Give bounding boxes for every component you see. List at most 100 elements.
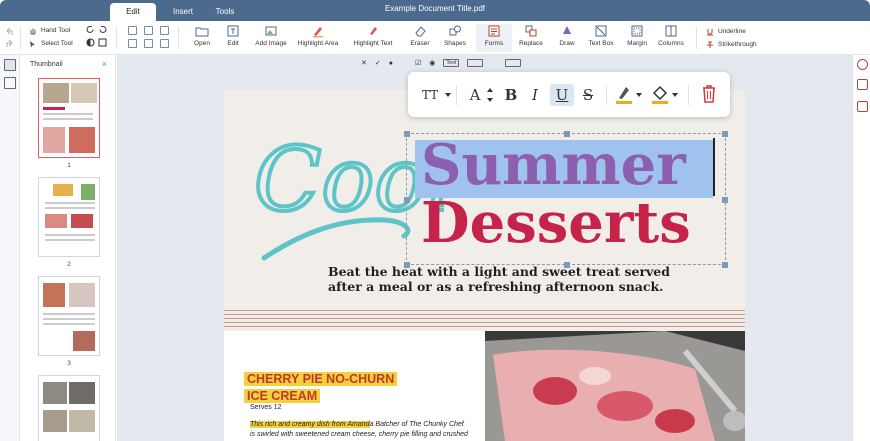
open-button[interactable]: Open bbox=[189, 24, 215, 47]
font-size-stepper-icon[interactable] bbox=[486, 86, 494, 104]
divider bbox=[456, 85, 457, 105]
highlight-area-button[interactable]: Highlight Area bbox=[294, 24, 342, 47]
rotate-left-icon[interactable] bbox=[86, 25, 95, 34]
chevron-down-icon[interactable] bbox=[636, 93, 642, 97]
divider bbox=[178, 27, 179, 49]
close-icon[interactable]: ✕ bbox=[361, 59, 367, 67]
bookmark-panel-icon[interactable] bbox=[857, 79, 868, 90]
draw-icon bbox=[563, 26, 571, 34]
strikethrough-label: Strikethrough bbox=[718, 41, 757, 48]
undo-icon[interactable] bbox=[5, 27, 14, 36]
forms-label: Forms bbox=[484, 40, 504, 47]
resize-handle[interactable] bbox=[722, 131, 728, 137]
shapes-button[interactable]: Shapes bbox=[440, 24, 470, 47]
text-color-icon[interactable] bbox=[614, 83, 634, 105]
eraser-icon bbox=[415, 26, 426, 37]
replace-button[interactable]: Replace bbox=[516, 24, 546, 47]
underline-button[interactable]: Underline bbox=[706, 26, 746, 37]
left-rail bbox=[0, 55, 20, 441]
resize-handle[interactable] bbox=[722, 197, 728, 203]
delete-icon[interactable] bbox=[700, 83, 718, 105]
headline-desserts[interactable]: Desserts bbox=[421, 190, 691, 256]
margin-label: Margin bbox=[627, 40, 647, 47]
crop-icon[interactable] bbox=[98, 38, 107, 47]
contrast-icon[interactable] bbox=[86, 38, 95, 47]
edit-label: Edit bbox=[227, 40, 239, 47]
text-box-icon bbox=[595, 25, 607, 37]
comment-icon[interactable] bbox=[857, 59, 868, 70]
forms-button[interactable]: Forms bbox=[476, 24, 512, 52]
zoom-out-icon[interactable] bbox=[144, 39, 153, 48]
edit-text-icon bbox=[227, 25, 239, 37]
forms-icon bbox=[488, 25, 500, 37]
chevron-down-icon[interactable] bbox=[672, 93, 678, 97]
zoom-in-icon[interactable] bbox=[128, 39, 137, 48]
decorative-stripes bbox=[224, 310, 745, 328]
right-rail bbox=[852, 55, 870, 441]
redo-icon[interactable] bbox=[5, 39, 14, 48]
text-field-button[interactable]: Text bbox=[443, 59, 460, 67]
columns-label: Columns bbox=[658, 40, 684, 47]
chevron-down-icon[interactable] bbox=[445, 93, 451, 97]
divider bbox=[696, 27, 697, 49]
strikethrough-icon bbox=[707, 41, 713, 48]
fill-color-icon[interactable] bbox=[650, 83, 670, 105]
highlight-text-label: Highlight Text bbox=[353, 40, 393, 47]
signature-icon[interactable] bbox=[505, 59, 522, 67]
select-tool-button[interactable]: Select Tool bbox=[29, 38, 73, 49]
properties-panel-icon[interactable] bbox=[857, 101, 868, 112]
crop-pages-icon[interactable] bbox=[4, 77, 16, 89]
rotate-right-icon[interactable] bbox=[98, 25, 107, 34]
resize-handle[interactable] bbox=[404, 197, 410, 203]
underline-icon bbox=[707, 28, 713, 35]
page-width-icon[interactable] bbox=[144, 26, 153, 35]
title-bar: Edit Insert Tools Example Document Title… bbox=[0, 0, 870, 21]
resize-handle[interactable] bbox=[564, 131, 570, 137]
page-number: 1 bbox=[67, 162, 71, 169]
subtitle-line: after a meal or as a refreshing afternoo… bbox=[328, 279, 664, 294]
font-size-button[interactable]: TT bbox=[420, 84, 440, 106]
dot-icon[interactable]: ● bbox=[389, 60, 393, 67]
close-icon[interactable]: × bbox=[102, 59, 107, 69]
selected-text-box[interactable]: Summer Desserts bbox=[404, 131, 728, 268]
draw-button[interactable]: Draw bbox=[554, 24, 580, 47]
columns-button[interactable]: Columns bbox=[654, 24, 688, 47]
divider bbox=[606, 85, 607, 105]
highlight-text-button[interactable]: Highlight Text bbox=[349, 24, 397, 47]
hand-tool-button[interactable]: Hand Tool bbox=[29, 25, 70, 36]
add-image-button[interactable]: Add Image bbox=[250, 24, 292, 47]
recipe-title: CHERRY PIE NO-CHURN ICE CREAM bbox=[244, 371, 398, 405]
strikethrough-button[interactable]: S bbox=[578, 84, 598, 106]
radio-icon[interactable]: ◉ bbox=[429, 59, 435, 67]
page-thumbnail[interactable] bbox=[38, 375, 100, 441]
recipe-serves: Serves 12 bbox=[250, 404, 282, 411]
page-thumbnail[interactable] bbox=[38, 78, 100, 158]
bold-button[interactable]: B bbox=[501, 84, 521, 106]
thumbnail-panel-icon[interactable] bbox=[4, 59, 16, 71]
text-box-button[interactable]: Text Box bbox=[586, 24, 616, 47]
resize-handle[interactable] bbox=[404, 262, 410, 268]
strikethrough-button[interactable]: Strikethrough bbox=[706, 39, 757, 50]
columns-icon bbox=[665, 25, 677, 37]
margin-button[interactable]: Margin bbox=[624, 24, 650, 47]
resize-handle[interactable] bbox=[404, 131, 410, 137]
desc-text: is swirled with sweetened cream cheese, … bbox=[250, 431, 468, 438]
resize-handle[interactable] bbox=[564, 262, 570, 268]
edit-button[interactable]: Edit bbox=[220, 24, 246, 47]
font-adjust-button[interactable]: A bbox=[466, 84, 484, 106]
page-layout-icon[interactable] bbox=[160, 26, 169, 35]
resize-handle[interactable] bbox=[722, 262, 728, 268]
page-fit-icon[interactable] bbox=[128, 26, 137, 35]
checkbox-icon[interactable]: ☑ bbox=[415, 59, 421, 67]
split-view-icon[interactable] bbox=[160, 39, 169, 48]
italic-button[interactable]: I bbox=[525, 84, 545, 106]
headline-summer[interactable]: Summer bbox=[421, 132, 686, 198]
page-thumbnail[interactable] bbox=[38, 177, 100, 257]
select-tool-label: Select Tool bbox=[41, 40, 73, 47]
shapes-label: Shapes bbox=[443, 40, 467, 47]
check-icon[interactable]: ✓ bbox=[375, 59, 381, 67]
underline-button[interactable]: U bbox=[550, 84, 574, 106]
page-thumbnail[interactable] bbox=[38, 276, 100, 356]
eraser-button[interactable]: Eraser bbox=[405, 24, 435, 47]
list-box-icon[interactable] bbox=[467, 59, 484, 67]
